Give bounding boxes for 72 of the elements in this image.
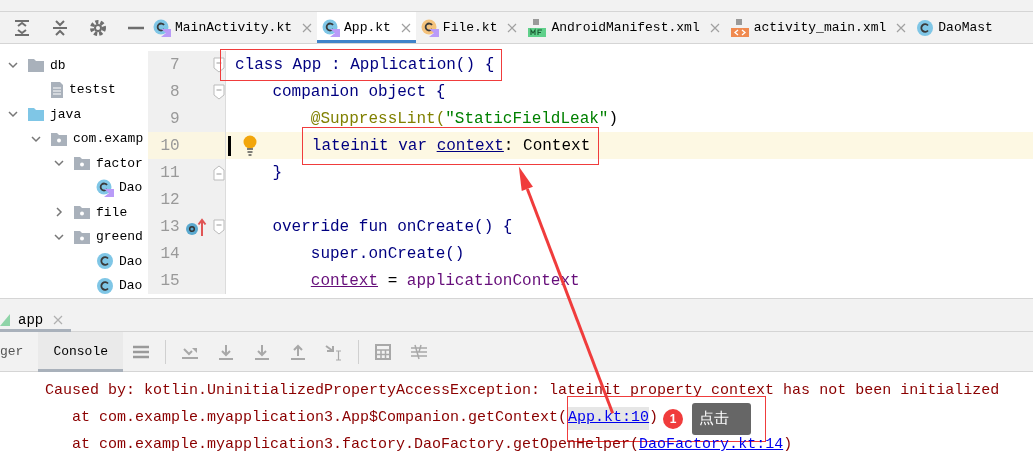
tooltip: 点击 bbox=[692, 402, 752, 435]
fold-icon[interactable] bbox=[213, 164, 225, 181]
line-number: 11 bbox=[159, 162, 180, 184]
close-icon[interactable] bbox=[302, 22, 313, 33]
line-number: 15 bbox=[159, 270, 180, 292]
console-text: at com.example.myapplication3.App$Companion.getContext( bbox=[71, 408, 568, 429]
package-icon bbox=[50, 130, 68, 147]
step-badge: 1 bbox=[663, 408, 684, 429]
code-line: lateinit var context: Context bbox=[311, 135, 591, 157]
console-tab[interactable]: ger bbox=[0, 331, 39, 372]
code-line: } bbox=[272, 162, 282, 184]
line-number: 14 bbox=[159, 243, 180, 265]
editor-tab[interactable]: AndroidManifest.xml bbox=[522, 12, 725, 43]
line-number: 10 bbox=[159, 135, 180, 157]
line-number: 8 bbox=[168, 81, 180, 103]
line-number: 9 bbox=[169, 108, 180, 130]
package-icon bbox=[73, 155, 91, 172]
console-text: ) bbox=[649, 408, 659, 429]
close-icon[interactable] bbox=[709, 22, 720, 33]
tree-item[interactable]: file bbox=[96, 202, 128, 222]
package-icon bbox=[73, 204, 91, 221]
editor-tab[interactable]: DaoMast bbox=[911, 12, 998, 43]
class-icon bbox=[96, 276, 114, 295]
collapsed-chevron-icon[interactable] bbox=[53, 206, 65, 219]
run-tab[interactable]: app bbox=[0, 308, 72, 332]
tree-item[interactable]: testst bbox=[69, 80, 116, 100]
fold-icon[interactable] bbox=[213, 83, 225, 100]
line-number: 7 bbox=[168, 54, 180, 76]
code-line: super.onCreate() bbox=[310, 243, 465, 265]
kotlin-class-icon bbox=[322, 18, 341, 37]
tree-item[interactable]: com.examp bbox=[73, 129, 144, 149]
editor-tab[interactable]: activity_main.xml bbox=[724, 12, 912, 43]
close-icon[interactable] bbox=[53, 315, 64, 325]
fold-icon[interactable] bbox=[213, 56, 225, 73]
code-line: override fun onCreate() { bbox=[272, 216, 513, 238]
kotlin-class-icon bbox=[153, 18, 171, 37]
editor-tab[interactable]: App.kt bbox=[317, 12, 416, 43]
code-line: @SuppressLint("StaticFieldLeak") bbox=[310, 108, 619, 130]
console-tab[interactable]: Console bbox=[38, 331, 123, 372]
line-number: 13 bbox=[159, 216, 180, 238]
tree-item[interactable]: Dao bbox=[119, 178, 143, 198]
console-text: ) bbox=[783, 435, 793, 456]
kotlin-file-icon bbox=[420, 18, 439, 37]
close-icon[interactable] bbox=[896, 22, 907, 33]
editor-tab[interactable]: MainActivity.kt bbox=[148, 12, 318, 43]
close-icon[interactable] bbox=[507, 22, 518, 33]
line-number: 12 bbox=[159, 189, 180, 211]
source-link[interactable]: App.kt:10 bbox=[568, 407, 650, 430]
tree-item[interactable]: Dao bbox=[119, 276, 143, 296]
text-file-icon bbox=[50, 80, 64, 99]
kotlin-class-icon bbox=[96, 178, 114, 197]
class-icon bbox=[916, 18, 935, 37]
text-caret bbox=[228, 136, 231, 156]
tree-item[interactable]: java bbox=[50, 104, 82, 124]
code-line: class App : Application() { bbox=[235, 54, 495, 76]
close-icon[interactable] bbox=[400, 22, 411, 33]
manifest-file-icon bbox=[527, 18, 548, 37]
tree-item[interactable]: factor bbox=[96, 153, 143, 173]
tree-item[interactable]: greend bbox=[96, 227, 143, 247]
tree-item[interactable]: Dao bbox=[119, 251, 143, 271]
tree-item[interactable]: db bbox=[50, 55, 66, 75]
console-text: at com.example.myapplication3.factory.DaoFactory.getOpenHelper( bbox=[71, 435, 640, 456]
android-icon bbox=[0, 314, 10, 326]
code-line: companion object { bbox=[272, 81, 446, 103]
editor-tab[interactable]: File.kt bbox=[415, 12, 523, 43]
xml-file-icon bbox=[729, 18, 750, 37]
fold-icon[interactable] bbox=[213, 218, 225, 235]
class-icon bbox=[96, 252, 114, 271]
lightbulb-icon[interactable] bbox=[242, 135, 258, 157]
folder-icon bbox=[27, 106, 45, 123]
package-icon bbox=[73, 228, 91, 245]
folder-icon bbox=[27, 57, 45, 74]
